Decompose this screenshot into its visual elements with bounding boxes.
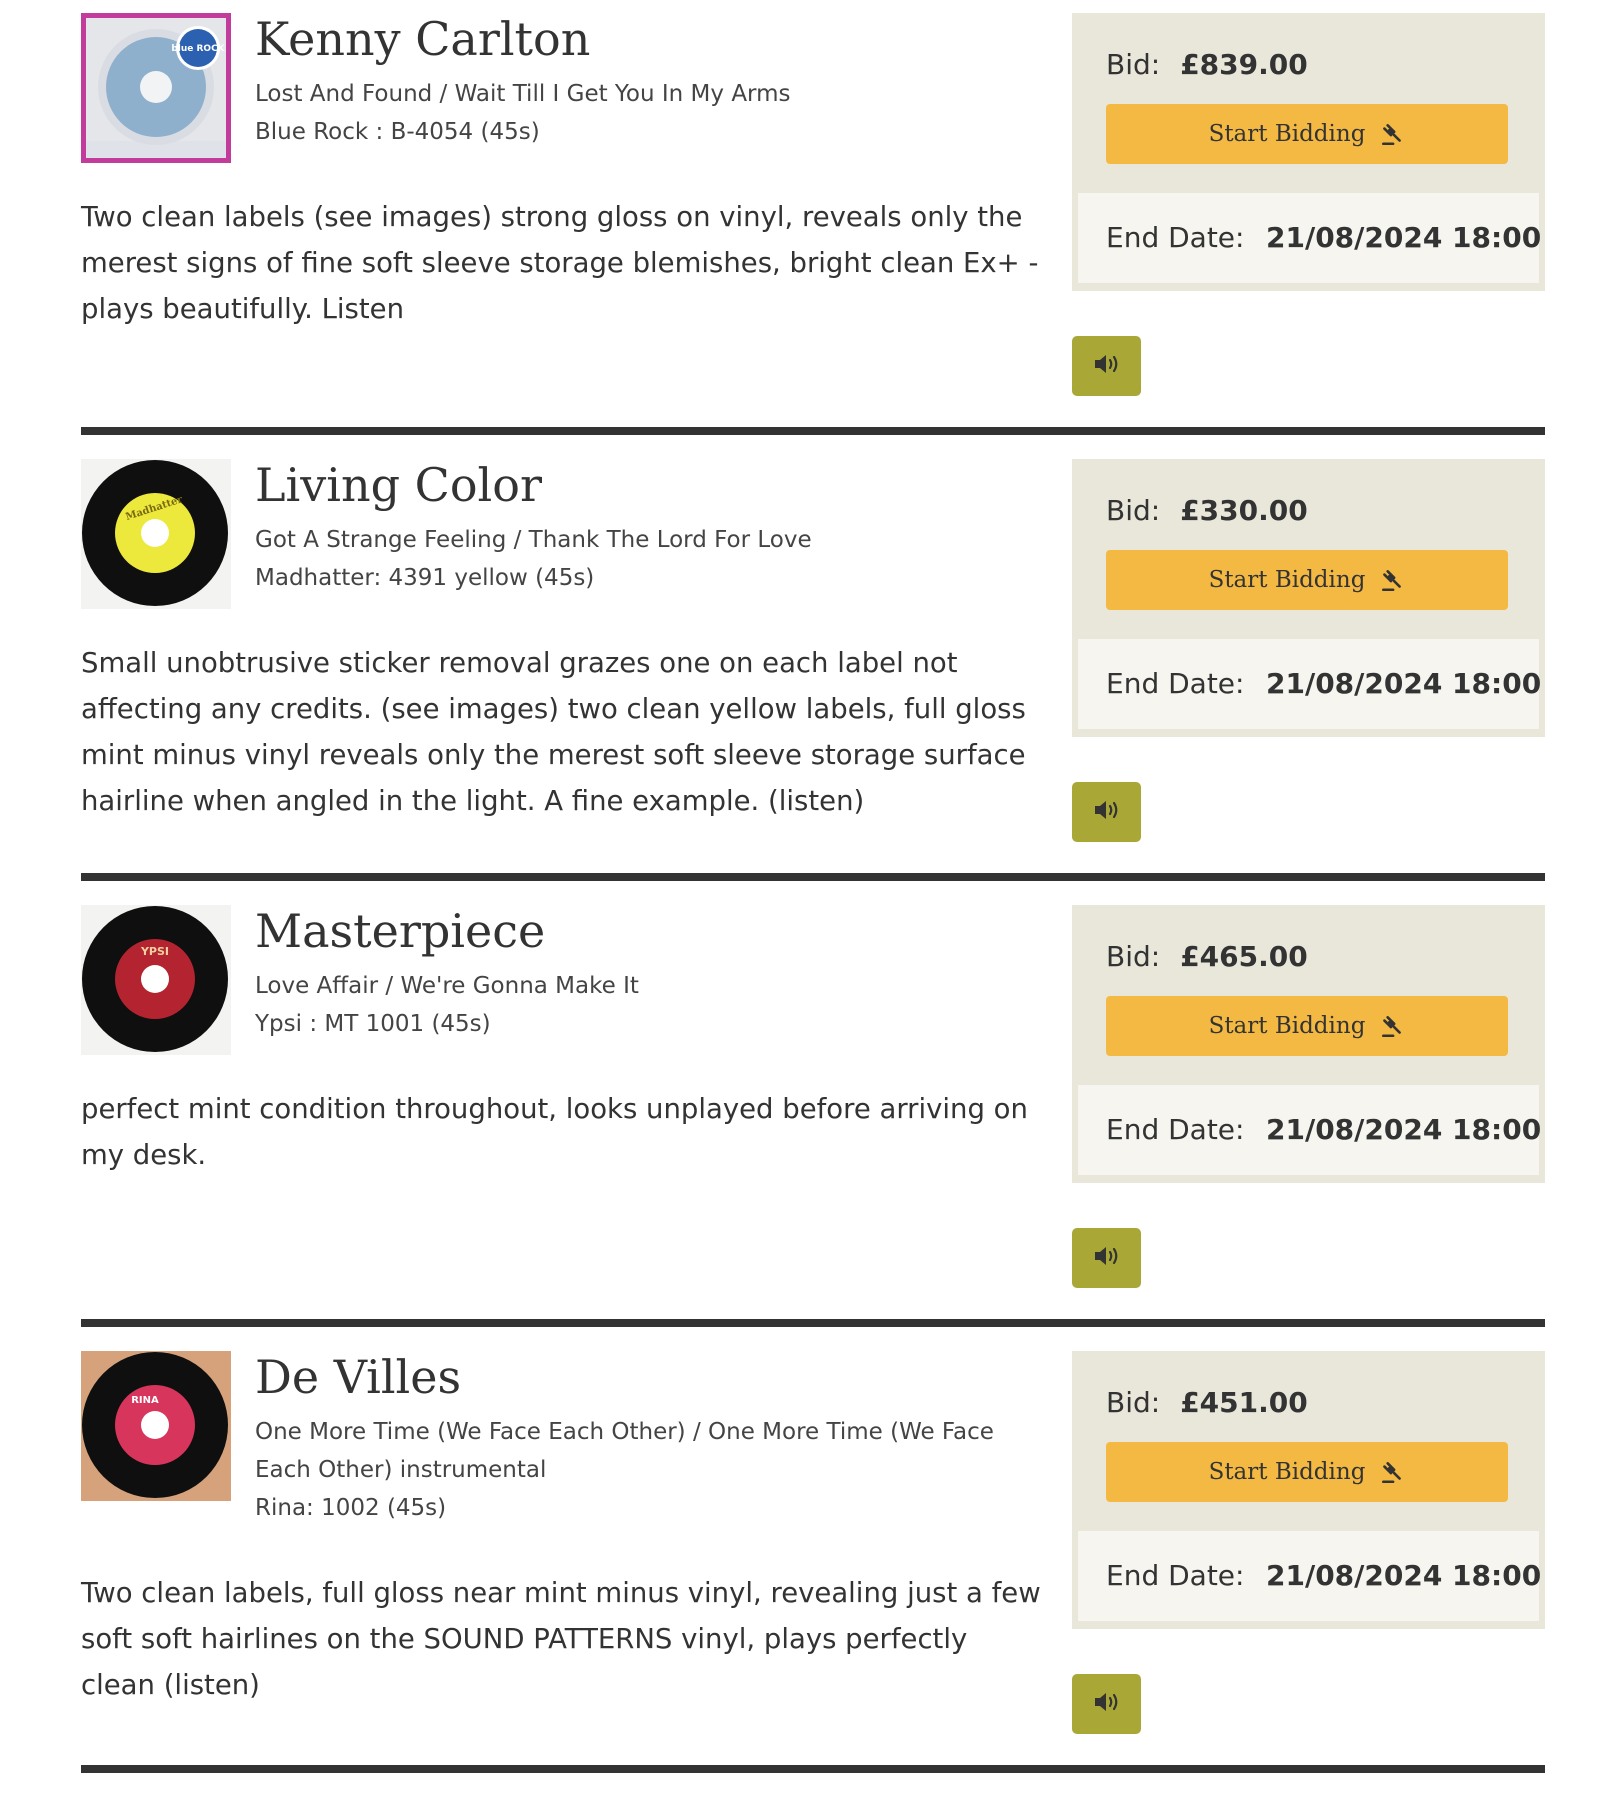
bid-amount: £451.00 xyxy=(1180,1386,1308,1419)
start-bidding-button[interactable]: Start Bidding xyxy=(1106,1442,1508,1502)
current-bid: Bid: £465.00 xyxy=(1106,937,1308,977)
speaker-icon xyxy=(1093,352,1121,380)
listen-button[interactable] xyxy=(1072,336,1141,396)
end-date-row: End Date: 21/08/2024 18:00 xyxy=(1078,639,1542,729)
listen-button[interactable] xyxy=(1072,1674,1141,1734)
end-date-label: End Date: xyxy=(1106,1113,1245,1146)
start-bidding-label: Start Bidding xyxy=(1208,1013,1366,1039)
bid-amount: £839.00 xyxy=(1180,48,1308,81)
track-titles: Love Affair / We're Gonna Make It xyxy=(255,973,639,999)
lot-listing: blue ROCK Kenny Carlton Lost And Found /… xyxy=(81,11,1545,449)
lot-listing: Madhatter Living Color Got A Strange Fee… xyxy=(81,457,1545,895)
record-image[interactable]: YPSI xyxy=(81,905,231,1055)
start-bidding-label: Start Bidding xyxy=(1208,121,1366,147)
record-sleeve-image[interactable]: blue ROCK xyxy=(81,13,231,163)
gavel-icon xyxy=(1379,1459,1405,1485)
record-label-info: Rina: 1002 (45s) xyxy=(255,1495,447,1521)
start-bidding-label: Start Bidding xyxy=(1208,567,1366,593)
lot-divider xyxy=(81,427,1545,435)
artist-name[interactable]: Masterpiece xyxy=(255,903,545,959)
current-bid: Bid: £451.00 xyxy=(1106,1383,1308,1423)
track-titles: Lost And Found / Wait Till I Get You In … xyxy=(255,81,791,107)
end-date-value: 21/08/2024 18:00 xyxy=(1266,221,1542,254)
bid-label: Bid: xyxy=(1106,940,1161,973)
end-date-label: End Date: xyxy=(1106,221,1245,254)
end-date-row: End Date: 21/08/2024 18:00 xyxy=(1078,1531,1542,1621)
record-label-info: Madhatter: 4391 yellow (45s) xyxy=(255,565,595,591)
bid-amount: £465.00 xyxy=(1180,940,1308,973)
gavel-icon xyxy=(1379,1013,1405,1039)
bid-panel: Bid: £839.00 Start Bidding End Date: 21/0… xyxy=(1072,13,1545,291)
record-label-info: Ypsi : MT 1001 (45s) xyxy=(255,1011,491,1037)
bid-amount: £330.00 xyxy=(1180,494,1308,527)
record-label-info: Blue Rock : B-4054 (45s) xyxy=(255,119,540,145)
bid-label: Bid: xyxy=(1106,1386,1161,1419)
end-date-value: 21/08/2024 18:00 xyxy=(1266,1559,1542,1592)
end-date-row: End Date: 21/08/2024 18:00 xyxy=(1078,1085,1542,1175)
speaker-icon xyxy=(1093,1690,1121,1718)
lot-divider xyxy=(81,1319,1545,1327)
lot-divider xyxy=(81,873,1545,881)
artist-name[interactable]: De Villes xyxy=(255,1349,461,1405)
bid-label: Bid: xyxy=(1106,494,1161,527)
lot-description: Small unobtrusive sticker removal grazes… xyxy=(81,647,1026,817)
speaker-icon xyxy=(1093,1244,1121,1272)
lot-description: perfect mint condition throughout, looks… xyxy=(81,1093,1028,1171)
lot-description: Two clean labels, full gloss near mint m… xyxy=(81,1577,1041,1701)
lot-description: Two clean labels (see images) strong glo… xyxy=(81,201,1039,325)
current-bid: Bid: £330.00 xyxy=(1106,491,1308,531)
lot-divider xyxy=(81,1765,1545,1773)
start-bidding-button[interactable]: Start Bidding xyxy=(1106,996,1508,1056)
bid-label: Bid: xyxy=(1106,48,1161,81)
bid-panel: Bid: £451.00 Start Bidding End Date: 21/0… xyxy=(1072,1351,1545,1629)
listen-button[interactable] xyxy=(1072,782,1141,842)
gavel-icon xyxy=(1379,567,1405,593)
record-label-logo: YPSI xyxy=(140,945,169,958)
track-titles: Got A Strange Feeling / Thank The Lord F… xyxy=(255,527,812,553)
record-image[interactable]: RINA xyxy=(81,1351,231,1501)
end-date-value: 21/08/2024 18:00 xyxy=(1266,667,1542,700)
lot-listing: YPSI Masterpiece Love Affair / We're Gon… xyxy=(81,903,1545,1341)
end-date-row: End Date: 21/08/2024 18:00 xyxy=(1078,193,1542,283)
gavel-icon xyxy=(1379,121,1405,147)
end-date-label: End Date: xyxy=(1106,1559,1245,1592)
start-bidding-button[interactable]: Start Bidding xyxy=(1106,104,1508,164)
bid-panel: Bid: £465.00 Start Bidding End Date: 21/0… xyxy=(1072,905,1545,1183)
artist-name[interactable]: Kenny Carlton xyxy=(255,11,590,67)
artist-name[interactable]: Living Color xyxy=(255,457,542,513)
end-date-value: 21/08/2024 18:00 xyxy=(1266,1113,1542,1146)
listen-button[interactable] xyxy=(1072,1228,1141,1288)
lot-listing: RINA De Villes One More Time (We Face Ea… xyxy=(81,1349,1545,1787)
record-label-logo: RINA xyxy=(131,1395,159,1406)
current-bid: Bid: £839.00 xyxy=(1106,45,1308,85)
end-date-label: End Date: xyxy=(1106,667,1245,700)
start-bidding-label: Start Bidding xyxy=(1208,1459,1366,1485)
record-image[interactable]: Madhatter xyxy=(81,459,231,609)
sleeve-logo-text: blue ROCK xyxy=(171,44,225,54)
speaker-icon xyxy=(1093,798,1121,826)
bid-panel: Bid: £330.00 Start Bidding End Date: 21/0… xyxy=(1072,459,1545,737)
track-titles: One More Time (We Face Each Other) / One… xyxy=(255,1419,994,1483)
start-bidding-button[interactable]: Start Bidding xyxy=(1106,550,1508,610)
